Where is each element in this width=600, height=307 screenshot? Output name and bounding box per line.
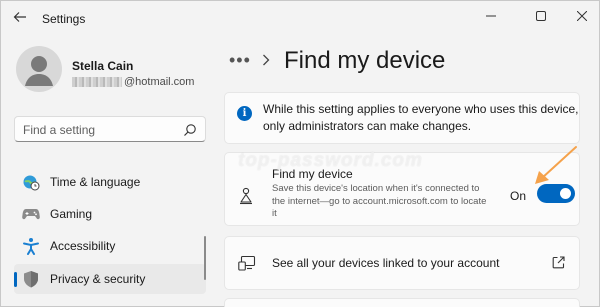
sidebar-item-label: Accessibility [50,239,116,253]
chevron-right-icon [263,54,270,66]
watermark: top-password.com [238,150,423,171]
active-indicator [14,272,17,287]
sidebar-item-label: Gaming [50,207,93,221]
annotation-arrow-icon [535,146,577,184]
shield-icon [22,270,40,288]
app-title: Settings [42,12,86,26]
sidebar-item-time-language[interactable]: Time & language [14,167,206,197]
toggle-state-label: On [510,189,527,203]
accessibility-icon [22,237,40,255]
devices-icon [238,255,256,271]
minimize-button[interactable] [476,4,506,28]
devices-link-label: See all your devices linked to your acco… [272,256,500,270]
search-icon[interactable] [183,123,197,137]
next-card [224,298,580,307]
info-line-2: only administrators can make changes. [263,119,472,133]
user-email-suffix: @hotmail.com [124,76,195,88]
gamepad-icon [22,205,40,223]
devices-link-card[interactable]: See all your devices linked to your acco… [224,236,580,290]
desc-line-1: Save this device's location when it's co… [272,183,480,194]
user-avatar-icon [25,56,53,86]
search-box[interactable] [14,116,206,142]
sidebar-item-label: Privacy & security [50,272,146,286]
maximize-icon [536,11,546,21]
sidebar-item-gaming[interactable]: Gaming [14,199,206,229]
minimize-icon [486,15,496,17]
info-icon: i [237,106,252,121]
sidebar-item-accessibility[interactable]: Accessibility [14,231,206,261]
back-arrow-icon [13,12,26,22]
back-button[interactable] [8,6,32,28]
maximize-button[interactable] [526,4,556,28]
close-icon [577,11,587,21]
desc-line-3: it [272,208,277,219]
sidebar-scrollbar[interactable] [204,236,206,280]
user-name: Stella Cain [72,59,134,73]
sidebar-item-label: Time & language [50,175,141,189]
user-email: @hotmail.com [72,76,194,88]
close-button[interactable] [567,4,597,28]
info-line-1: While this setting applies to everyone w… [263,102,579,116]
toggle-knob [560,188,571,199]
title-bar: Settings [0,0,600,34]
page-title: Find my device [284,47,446,74]
info-banner-text: While this setting applies to everyone w… [263,101,579,135]
avatar[interactable] [16,46,62,92]
breadcrumb-more-button[interactable]: ••• [229,50,251,71]
person-location-icon [240,187,252,205]
desc-line-2: the internet—go to account.microsoft.com… [272,195,487,207]
search-input[interactable] [23,122,183,138]
clock-globe-icon [22,173,40,191]
sidebar-item-privacy-security[interactable]: Privacy & security [14,264,206,294]
setting-description: Save this device's location when it's co… [272,183,502,221]
external-link-icon [552,256,565,269]
info-banner: i While this setting applies to everyone… [224,92,580,144]
email-redacted-part [72,77,122,87]
